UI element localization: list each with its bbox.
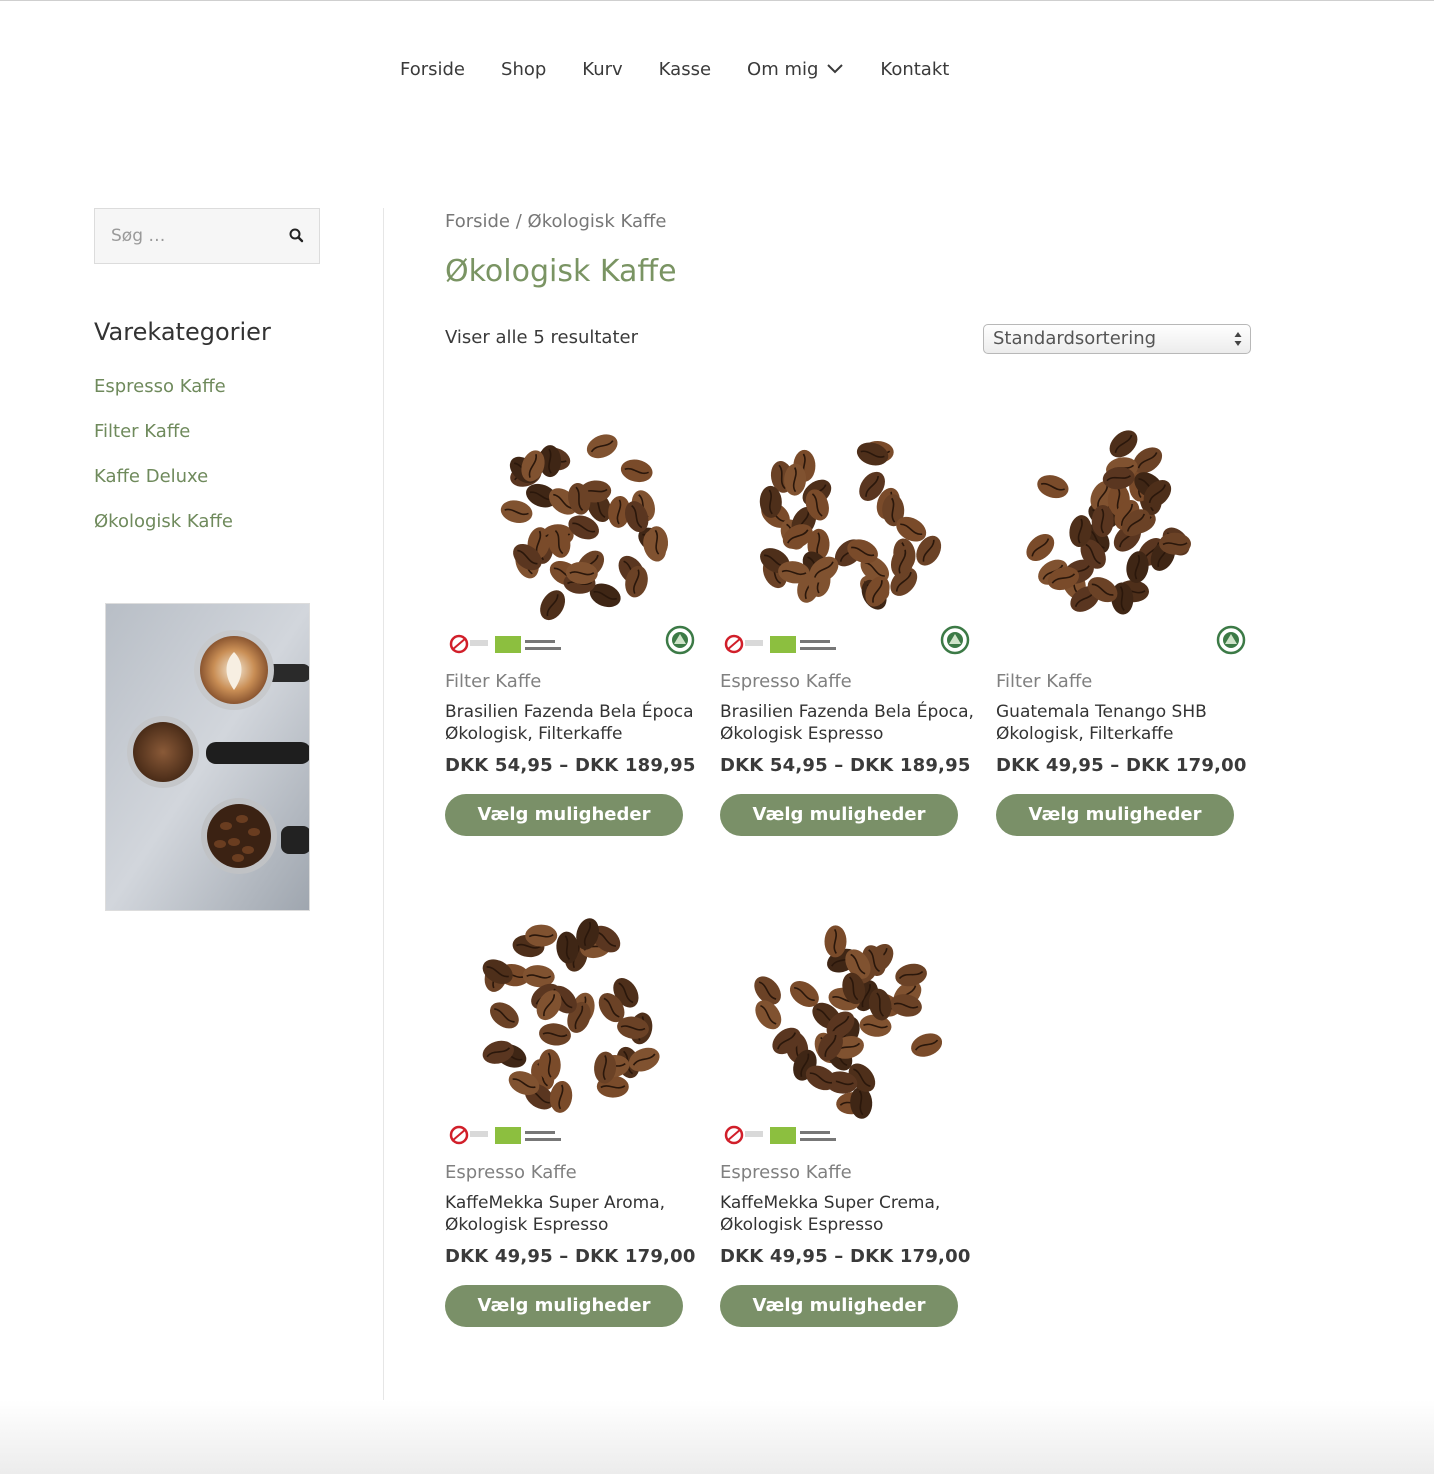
- select-options-button[interactable]: Vælg muligheder: [445, 794, 683, 836]
- sidebar-divider: [383, 208, 384, 1400]
- coffee-beans: [482, 918, 660, 1113]
- coffee-beans: [500, 434, 669, 621]
- select-options-button[interactable]: Vælg muligheder: [996, 794, 1234, 836]
- product-price: DKK 49,95 – DKK 179,00: [996, 755, 1247, 776]
- product-price: DKK 49,95 – DKK 179,00: [445, 1246, 696, 1267]
- nav-om-mig[interactable]: Om mig: [747, 59, 844, 80]
- organic-label-icon: [724, 634, 836, 654]
- coffee-beans: [1026, 430, 1191, 615]
- nav-forside[interactable]: Forside: [400, 59, 465, 80]
- category-filter-kaffe[interactable]: Filter Kaffe: [94, 421, 233, 466]
- rainforest-alliance-icon: [665, 625, 695, 655]
- product-category: Filter Kaffe: [445, 671, 542, 692]
- page-title: Økologisk Kaffe: [445, 254, 677, 289]
- select-options-button[interactable]: Vælg muligheder: [445, 1285, 683, 1327]
- select-options-button[interactable]: Vælg muligheder: [720, 1285, 958, 1327]
- product-image[interactable]: [445, 891, 700, 1146]
- product-title[interactable]: Brasilien Fazenda Bela Época, Økologisk …: [720, 701, 975, 745]
- product-title[interactable]: Guatemala Tenango SHB Økologisk, Filterk…: [996, 701, 1251, 745]
- nav-shop[interactable]: Shop: [501, 59, 546, 80]
- breadcrumb-separator: /: [510, 211, 528, 232]
- product-price: DKK 54,95 – DKK 189,95: [720, 755, 971, 776]
- category-espresso-kaffe[interactable]: Espresso Kaffe: [94, 376, 233, 421]
- organic-label-icon: [449, 1125, 561, 1145]
- categories-heading: Varekategorier: [94, 318, 271, 346]
- category-kaffe-deluxe[interactable]: Kaffe Deluxe: [94, 466, 233, 511]
- nav-om-mig-label: Om mig: [747, 58, 819, 80]
- sort-selected-value: Standardsortering: [993, 328, 1157, 349]
- search-form: [94, 208, 320, 264]
- organic-label-icon: [724, 1125, 836, 1145]
- select-options-button[interactable]: Vælg muligheder: [720, 794, 958, 836]
- product-card: Espresso Kaffe KaffeMekka Super Aroma, Ø…: [445, 891, 700, 1327]
- select-arrows-icon: [1234, 332, 1242, 346]
- breadcrumb-home[interactable]: Forside: [445, 211, 510, 232]
- coffee-beans: [759, 440, 942, 610]
- search-input[interactable]: [95, 209, 291, 263]
- product-title[interactable]: KaffeMekka Super Crema, Økologisk Espres…: [720, 1192, 975, 1236]
- product-card: Filter Kaffe Brasilien Fazenda Bela Époc…: [445, 400, 700, 836]
- footer-fade: [0, 1400, 1434, 1474]
- product-image[interactable]: [445, 400, 700, 655]
- coffee-beans: [754, 925, 943, 1119]
- product-image[interactable]: [720, 891, 975, 1146]
- chevron-down-icon[interactable]: [826, 63, 844, 75]
- main-nav: Forside Shop Kurv Kasse Om mig Kontakt: [400, 54, 985, 84]
- product-title[interactable]: KaffeMekka Super Aroma, Økologisk Espres…: [445, 1192, 700, 1236]
- rainforest-alliance-icon: [940, 625, 970, 655]
- rainforest-alliance-icon: [1216, 625, 1246, 655]
- sidebar-coffee-image: [105, 603, 310, 911]
- product-image[interactable]: [996, 400, 1251, 655]
- sort-select[interactable]: Standardsortering: [983, 324, 1251, 354]
- product-card: Espresso Kaffe KaffeMekka Super Crema, Ø…: [720, 891, 975, 1327]
- product-category: Espresso Kaffe: [720, 1162, 852, 1183]
- product-category: Espresso Kaffe: [720, 671, 852, 692]
- organic-label-icon: [449, 634, 561, 654]
- nav-kontakt[interactable]: Kontakt: [880, 59, 949, 80]
- product-card: Espresso Kaffe Brasilien Fazenda Bela Ép…: [720, 400, 975, 836]
- product-category: Filter Kaffe: [996, 671, 1093, 692]
- top-border: [0, 0, 1434, 1]
- product-price: DKK 54,95 – DKK 189,95: [445, 755, 696, 776]
- result-count: Viser alle 5 resultater: [445, 327, 638, 348]
- product-price: DKK 49,95 – DKK 179,00: [720, 1246, 971, 1267]
- product-card: Filter Kaffe Guatemala Tenango SHB Økolo…: [996, 400, 1251, 836]
- breadcrumb-current: Økologisk Kaffe: [527, 211, 667, 232]
- product-title[interactable]: Brasilien Fazenda Bela Época Økologisk, …: [445, 701, 700, 745]
- nav-kasse[interactable]: Kasse: [659, 59, 711, 80]
- nav-kurv[interactable]: Kurv: [582, 59, 622, 80]
- category-list: Espresso Kaffe Filter Kaffe Kaffe Deluxe…: [94, 376, 233, 556]
- breadcrumb: Forside / Økologisk Kaffe: [445, 211, 666, 232]
- search-icon[interactable]: [287, 226, 307, 246]
- product-category: Espresso Kaffe: [445, 1162, 577, 1183]
- product-image[interactable]: [720, 400, 975, 655]
- category-okologisk-kaffe[interactable]: Økologisk Kaffe: [94, 511, 233, 556]
